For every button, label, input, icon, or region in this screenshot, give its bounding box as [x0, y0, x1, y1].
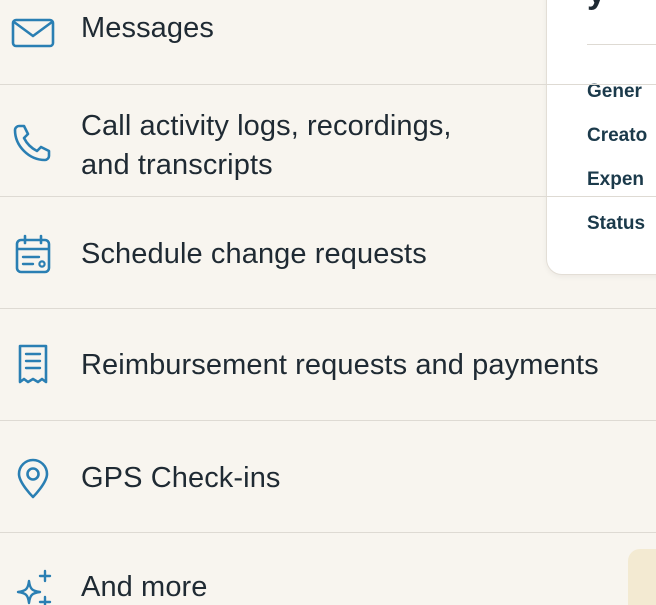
- sparkles-icon: [11, 567, 55, 605]
- feature-label-calls-line1: Call activity logs, recordings,: [81, 110, 452, 142]
- promo-panel: [628, 549, 656, 605]
- feature-row-messages: Messages: [0, 0, 656, 85]
- feature-row-calls: Call activity logs, recordings, and tran…: [0, 85, 656, 197]
- feature-label-schedule: Schedule change requests: [81, 238, 427, 270]
- feature-label-reimbursement: Reimbursement requests and payments: [81, 349, 599, 381]
- feature-label-more: And more: [81, 571, 208, 603]
- feature-row-reimbursement: Reimbursement requests and payments: [0, 309, 656, 421]
- feature-row-more: And more: [0, 533, 656, 605]
- location-pin-icon: [11, 456, 55, 500]
- feature-label-messages: Messages: [81, 12, 214, 44]
- page: y Gener Creato Expen Status Messages: [0, 0, 656, 605]
- feature-label-gps: GPS Check-ins: [81, 462, 281, 494]
- calendar-icon: [11, 232, 55, 276]
- feature-row-schedule: Schedule change requests: [0, 197, 656, 309]
- receipt-icon: [11, 342, 55, 386]
- feature-row-gps: GPS Check-ins: [0, 421, 656, 533]
- phone-icon: [11, 120, 55, 164]
- envelope-icon: [11, 10, 55, 54]
- feature-label-calls-line2: and transcripts: [81, 149, 273, 181]
